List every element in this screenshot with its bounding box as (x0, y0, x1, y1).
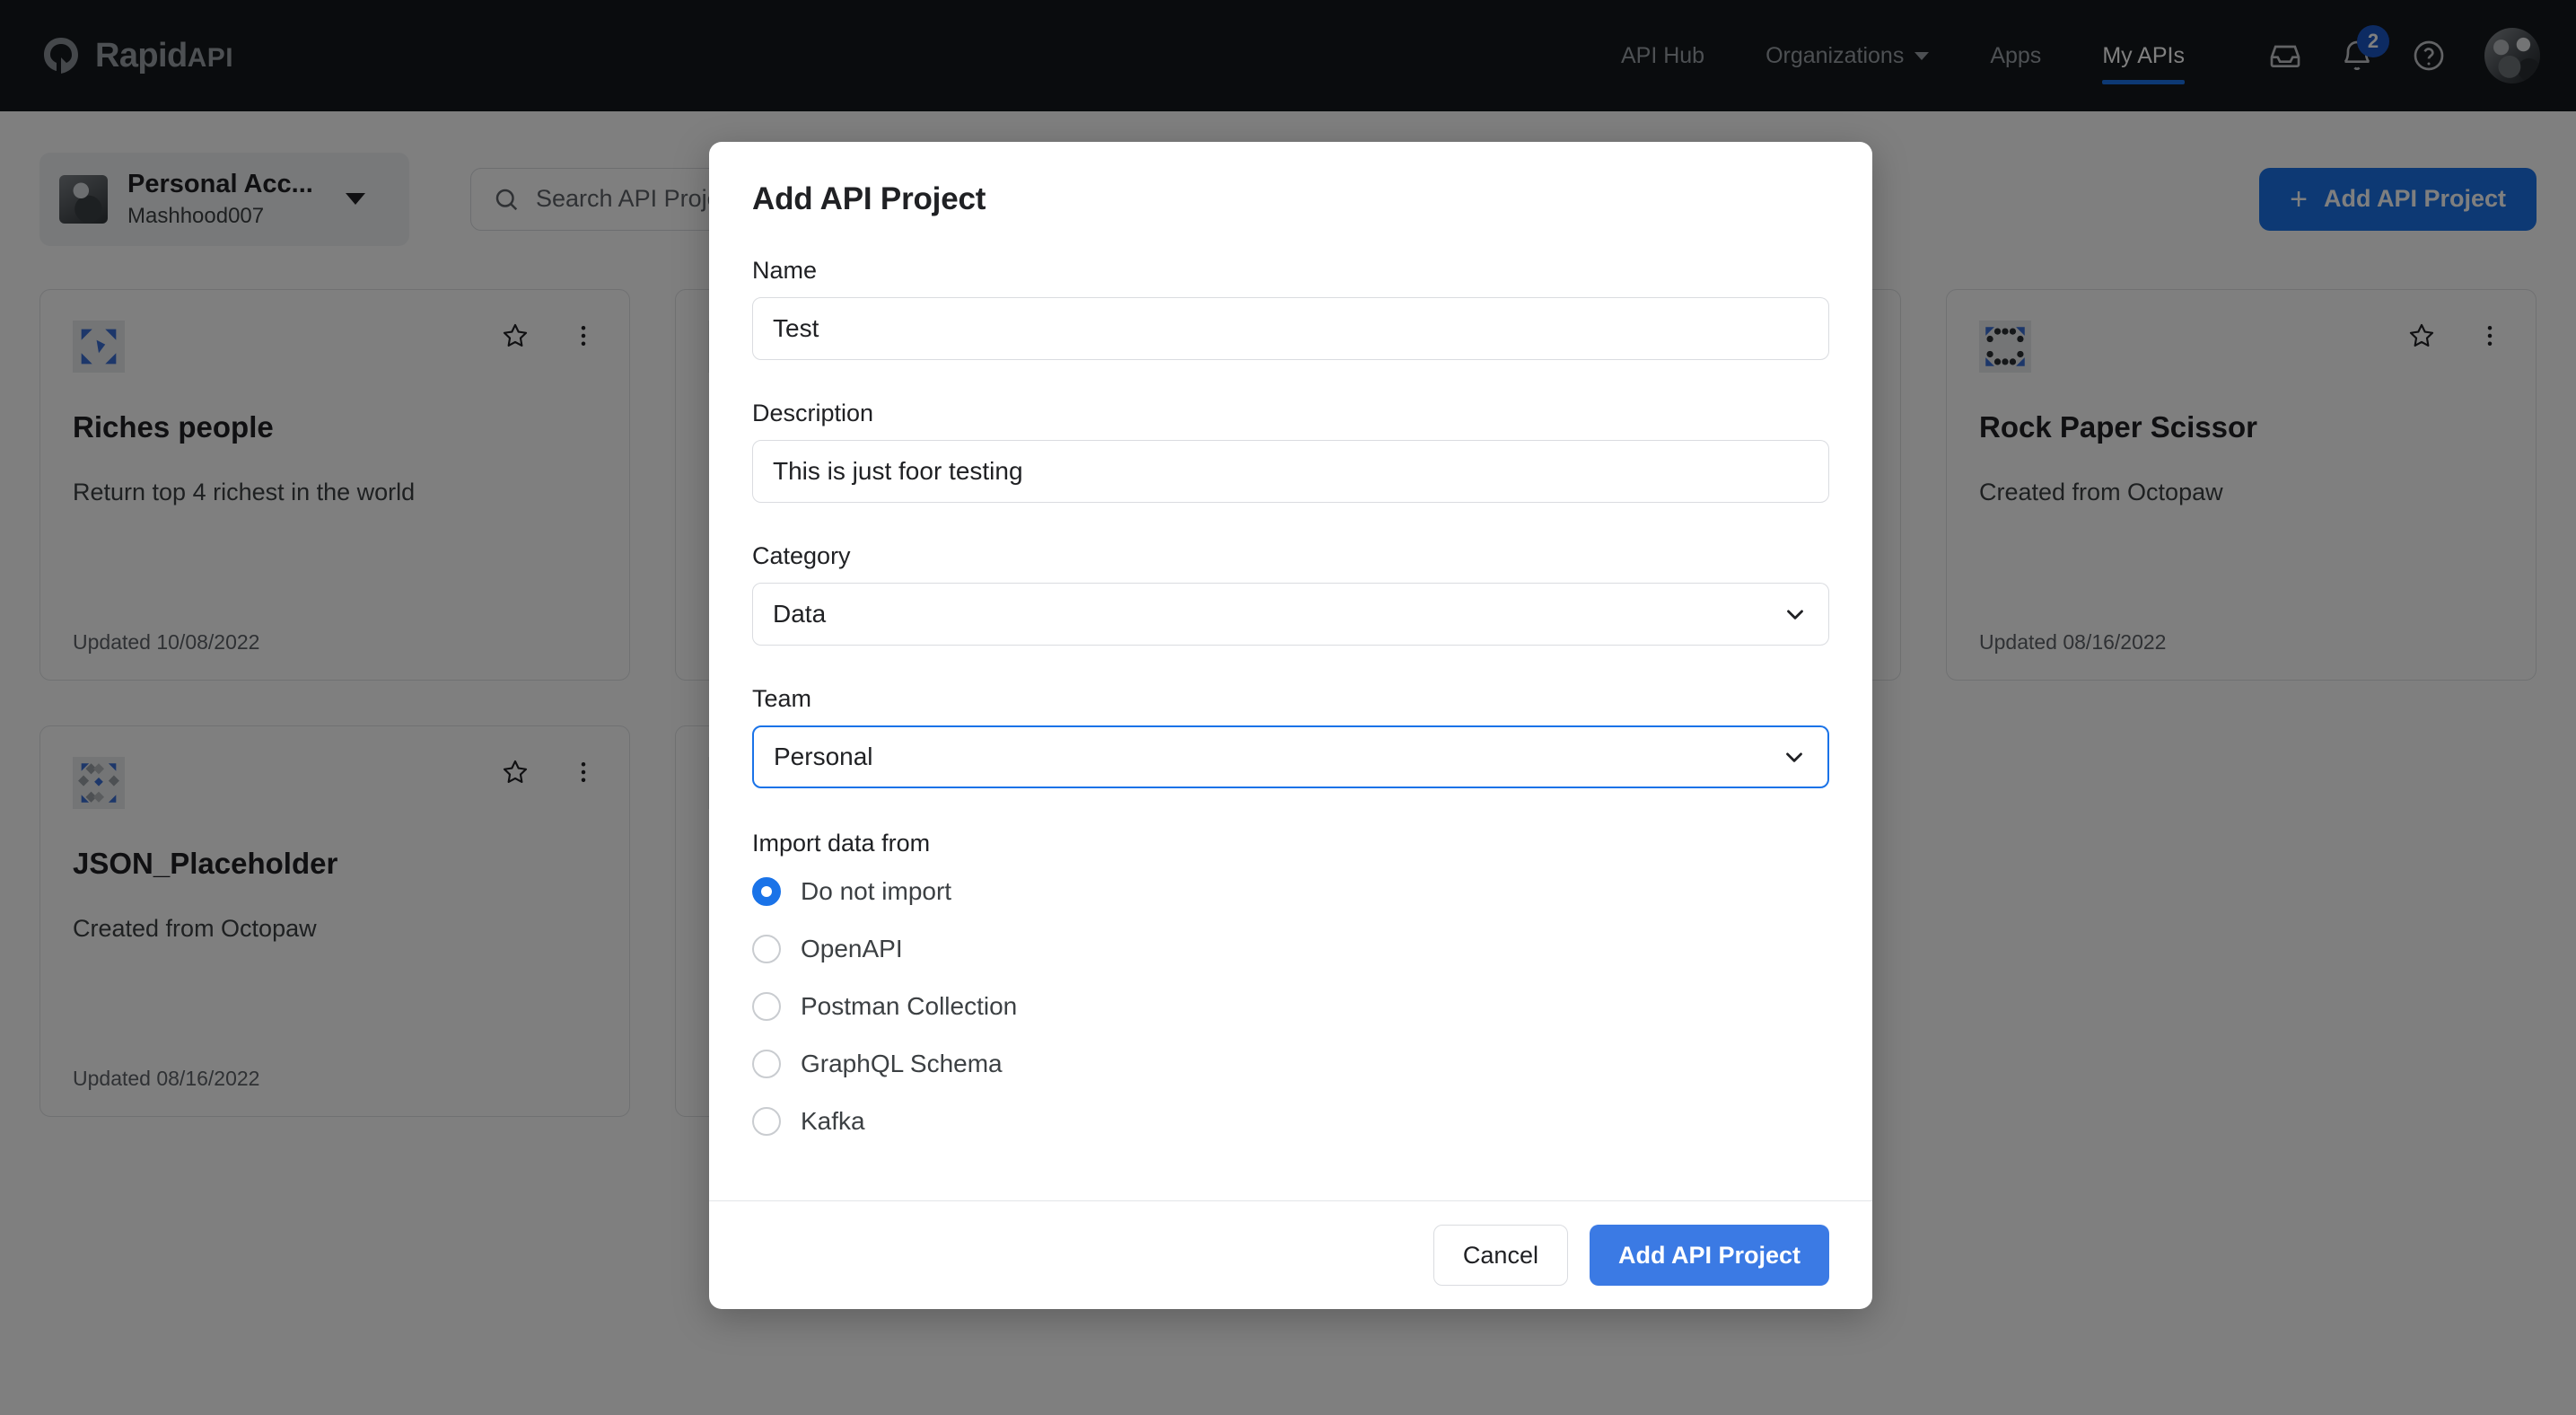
radio-option-label: Kafka (801, 1107, 865, 1135)
radio-icon (752, 1107, 781, 1136)
description-label: Description (752, 400, 874, 426)
submit-add-api-project-button[interactable]: Add API Project (1589, 1225, 1829, 1286)
radio-option-graphql-schema[interactable]: GraphQL Schema (752, 1035, 1829, 1093)
team-field-group: Team Personal (752, 685, 1829, 788)
radio-option-postman-collection[interactable]: Postman Collection (752, 978, 1829, 1035)
add-api-project-dialog: Add API Project Name Test Description Th… (709, 142, 1872, 1309)
team-select[interactable]: Personal (752, 725, 1829, 788)
name-label: Name (752, 257, 818, 284)
dialog-title: Add API Project (752, 181, 986, 216)
radio-option-label: OpenAPI (801, 935, 903, 962)
radio-option-label: GraphQL Schema (801, 1050, 1003, 1077)
radio-option-kafka[interactable]: Kafka (752, 1093, 1829, 1150)
radio-option-label: Do not import (801, 877, 952, 905)
radio-option-label: Postman Collection (801, 992, 1018, 1020)
description-input-value: This is just foor testing (773, 457, 1023, 485)
radio-option-openapi[interactable]: OpenAPI (752, 920, 1829, 978)
chevron-down-icon (1786, 752, 1802, 762)
category-select[interactable]: Data (752, 583, 1829, 646)
radio-icon (752, 992, 781, 1021)
category-field-group: Category Data (752, 542, 1829, 646)
import-data-label: Import data from (752, 830, 931, 857)
radio-icon (752, 1050, 781, 1078)
cancel-button[interactable]: Cancel (1433, 1225, 1568, 1286)
team-select-value: Personal (774, 743, 873, 770)
name-input[interactable]: Test (752, 297, 1829, 360)
name-input-value: Test (773, 314, 819, 342)
description-field-group: Description This is just foor testing (752, 400, 1829, 503)
radio-icon (752, 877, 781, 906)
cancel-button-label: Cancel (1462, 1241, 1538, 1269)
radio-icon (752, 935, 781, 963)
description-input[interactable]: This is just foor testing (752, 440, 1829, 503)
submit-button-label: Add API Project (1617, 1241, 1801, 1269)
dialog-body: Add API Project Name Test Description Th… (709, 142, 1872, 1200)
team-label: Team (752, 685, 812, 712)
chevron-down-icon (1787, 610, 1803, 620)
category-select-value: Data (773, 600, 827, 628)
category-label: Category (752, 542, 851, 569)
dialog-footer: Cancel Add API Project (709, 1200, 1872, 1309)
radio-option-do-not-import[interactable]: Do not import (752, 863, 1829, 920)
name-field-group: Name Test (752, 257, 1829, 360)
